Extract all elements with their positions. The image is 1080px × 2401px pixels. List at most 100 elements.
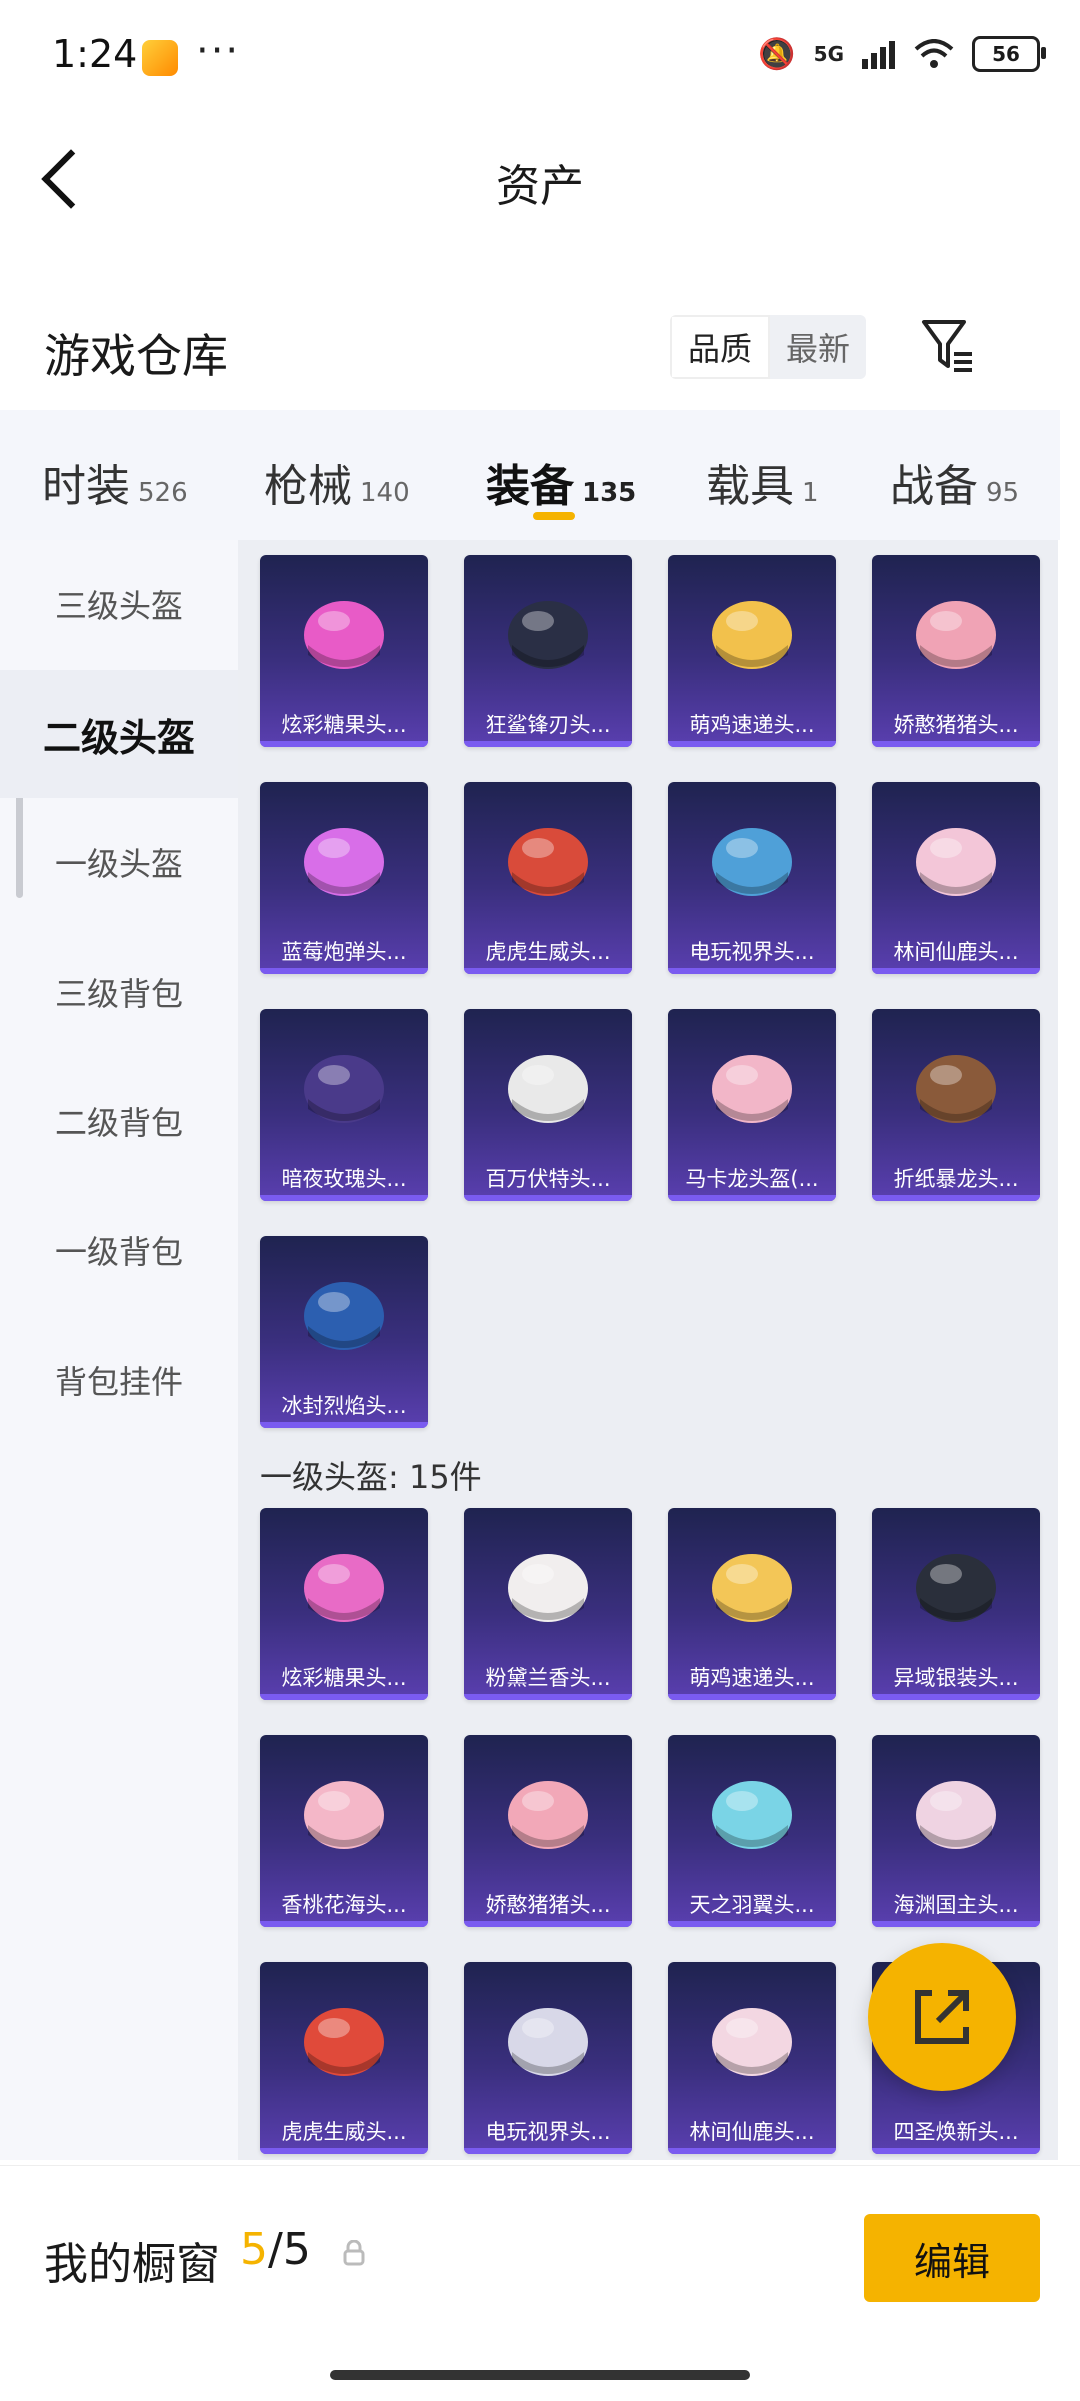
helmet-icon (508, 1055, 588, 1123)
helmet-icon (304, 828, 384, 896)
item-name: 娇憨猪猪头... (893, 713, 1019, 737)
tab-fashion[interactable]: 时装 526 (42, 450, 188, 514)
network-type: 5G (813, 42, 844, 66)
rarity-stripe (260, 1195, 428, 1201)
page-title: 资产 (496, 161, 584, 212)
item-name: 林间仙鹿头... (689, 2120, 815, 2144)
helmet-icon (508, 1781, 588, 1849)
active-tab-indicator (533, 512, 575, 520)
item-name: 娇憨猪猪头... (485, 1893, 611, 1917)
signal-icon (862, 41, 895, 69)
item-name: 虎虎生威头... (485, 940, 611, 964)
tab-label: 装备 (486, 461, 574, 512)
item-name: 萌鸡速递头... (689, 713, 815, 737)
rarity-stripe (668, 741, 836, 747)
sidebar-item-backpack-charm[interactable]: 背包挂件 (0, 1316, 238, 1444)
item-name: 马卡龙头盔(... (685, 1167, 819, 1191)
item-card[interactable]: 电玩视界头... (668, 782, 836, 974)
wifi-icon (914, 39, 954, 68)
tab-count: 95 (986, 478, 1020, 508)
tab-equipment[interactable]: 装备 135 (486, 450, 636, 514)
item-card[interactable]: 萌鸡速递头... (668, 1508, 836, 1700)
helmet-icon (916, 1554, 996, 1622)
item-card[interactable]: 香桃花海头... (260, 1735, 428, 1927)
item-name: 炫彩糖果头... (281, 713, 407, 737)
helmet-icon (712, 1055, 792, 1123)
mute-icon: 🔕 (758, 36, 796, 72)
showcase-count: 5/5 (240, 2224, 311, 2275)
item-card[interactable]: 炫彩糖果头... (260, 555, 428, 747)
item-card[interactable]: 暗夜玫瑰头... (260, 1009, 428, 1201)
rarity-stripe (872, 1195, 1040, 1201)
item-card[interactable]: 林间仙鹿头... (872, 782, 1040, 974)
item-card[interactable]: 电玩视界头... (464, 1962, 632, 2154)
item-name: 粉黛兰香头... (485, 1666, 611, 1690)
helmet-icon (712, 1781, 792, 1849)
tab-label: 时装 (42, 461, 130, 512)
rarity-stripe (872, 1694, 1040, 1700)
item-card[interactable]: 天之羽翼头... (668, 1735, 836, 1927)
item-card[interactable]: 林间仙鹿头... (668, 1962, 836, 2154)
item-card[interactable]: 海渊国主头... (872, 1735, 1040, 1927)
item-card[interactable]: 马卡龙头盔(... (668, 1009, 836, 1201)
item-name: 蓝莓炮弹头... (281, 940, 407, 964)
helmet-icon (712, 1554, 792, 1622)
share-button[interactable] (868, 1943, 1016, 2091)
edit-button[interactable]: 编辑 (864, 2214, 1040, 2302)
sidebar-item-level1-backpack[interactable]: 一级背包 (0, 1186, 238, 1314)
item-card[interactable]: 娇憨猪猪头... (464, 1735, 632, 1927)
rarity-stripe (260, 2148, 428, 2154)
clock: 1:24 (52, 32, 138, 76)
item-name: 萌鸡速递头... (689, 1666, 815, 1690)
item-card[interactable]: 异域银装头... (872, 1508, 1040, 1700)
category-tabs: 时装 526 枪械 140 装备 135 载具 1 战备 95 (0, 410, 1060, 540)
sidebar-item-level3-helmet[interactable]: 三级头盔 (0, 540, 238, 668)
item-name: 海渊国主头... (893, 1893, 1019, 1917)
helmet-icon (304, 1781, 384, 1849)
sort-newest-button[interactable]: 最新 (770, 315, 866, 379)
tab-label: 载具 (706, 461, 794, 512)
sort-toggle: 品质 最新 (670, 315, 866, 379)
item-card[interactable]: 狂鲨锋刃头... (464, 555, 632, 747)
rarity-stripe (872, 1921, 1040, 1927)
item-card[interactable]: 娇憨猪猪头... (872, 555, 1040, 747)
tab-vehicles[interactable]: 载具 1 (706, 450, 819, 514)
item-name: 冰封烈焰头... (281, 1394, 407, 1418)
lock-icon (343, 2240, 365, 2266)
helmet-icon (916, 828, 996, 896)
helmet-icon (508, 601, 588, 669)
item-card[interactable]: 折纸暴龙头... (872, 1009, 1040, 1201)
sidebar-item-level2-helmet[interactable]: 二级头盔 (0, 670, 238, 798)
item-card[interactable]: 蓝莓炮弹头... (260, 782, 428, 974)
sidebar-item-level2-backpack[interactable]: 二级背包 (0, 1057, 238, 1185)
helmet-icon (508, 2008, 588, 2076)
rarity-stripe (668, 1921, 836, 1927)
tab-count: 1 (802, 478, 819, 508)
showcase-label: 我的橱窗 (44, 2239, 220, 2290)
tab-supplies[interactable]: 战备 95 (890, 450, 1019, 514)
group-label-level1-helmet: 一级头盔: 15件 (260, 1458, 482, 1496)
helmet-icon (304, 1282, 384, 1350)
item-card[interactable]: 炫彩糖果头... (260, 1508, 428, 1700)
rarity-stripe (260, 1694, 428, 1700)
rarity-stripe (260, 968, 428, 974)
tab-count: 135 (582, 478, 637, 508)
helmet-icon (304, 1055, 384, 1123)
item-name: 折纸暴龙头... (893, 1167, 1019, 1191)
item-card[interactable]: 萌鸡速递头... (668, 555, 836, 747)
item-card[interactable]: 百万伏特头... (464, 1009, 632, 1201)
filter-icon[interactable] (920, 316, 976, 376)
rarity-stripe (464, 1694, 632, 1700)
item-card[interactable]: 粉黛兰香头... (464, 1508, 632, 1700)
sidebar-item-level3-backpack[interactable]: 三级背包 (0, 928, 238, 1056)
sort-quality-button[interactable]: 品质 (670, 315, 770, 379)
rarity-stripe (668, 2148, 836, 2154)
helmet-icon (916, 1055, 996, 1123)
item-name: 天之羽翼头... (689, 1893, 815, 1917)
sidebar-item-level1-helmet[interactable]: 一级头盔 (0, 798, 238, 926)
item-card[interactable]: 虎虎生威头... (464, 782, 632, 974)
item-name: 虎虎生威头... (281, 2120, 407, 2144)
item-card[interactable]: 冰封烈焰头... (260, 1236, 428, 1428)
tab-guns[interactable]: 枪械 140 (264, 450, 410, 514)
item-card[interactable]: 虎虎生威头... (260, 1962, 428, 2154)
